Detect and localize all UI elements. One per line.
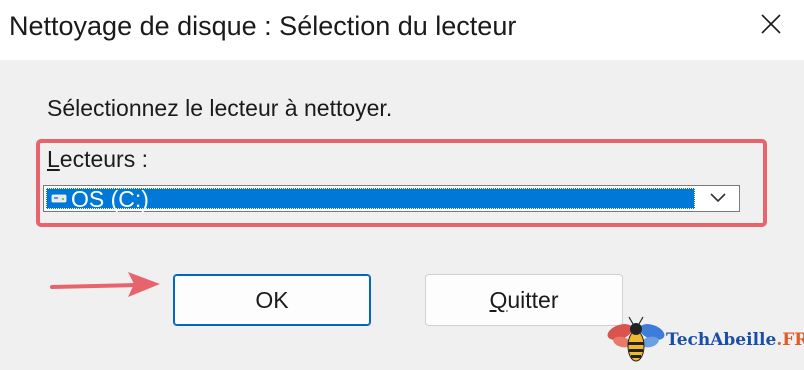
instruction-text: Sélectionnez le lecteur à nettoyer. [47,95,393,121]
close-icon [761,14,781,34]
window-title: Nettoyage de disque : Sélection du lecte… [9,11,517,41]
quit-label-rest: uitter [507,287,559,313]
brand-tld: .FR [776,330,804,350]
drive-name: OS (C:) [71,186,149,212]
watermark-brand: TechAbeille.FR [666,329,804,351]
quit-label-accel: Q [489,287,508,313]
drive-icon [51,194,67,203]
arrow-right-icon [50,272,160,297]
ok-button[interactable]: OK [173,274,371,326]
chevron-down-icon[interactable] [709,192,727,204]
bee-logo-icon [607,316,665,362]
drive-select[interactable]: OS (C:) [43,185,740,212]
drives-label: Lecteurs : [47,144,148,174]
title-bar: Nettoyage de disque : Sélection du lecte… [0,0,804,60]
drive-selected-value: OS (C:) [46,186,695,212]
drives-label-rest: ecteurs : [59,146,149,172]
brand-name: TechAbeille [666,330,777,350]
quit-button[interactable]: Quitter [425,274,623,326]
watermark: TechAbeille.FR [606,314,804,370]
close-button[interactable] [748,4,794,44]
drives-label-accel: L [47,146,60,172]
